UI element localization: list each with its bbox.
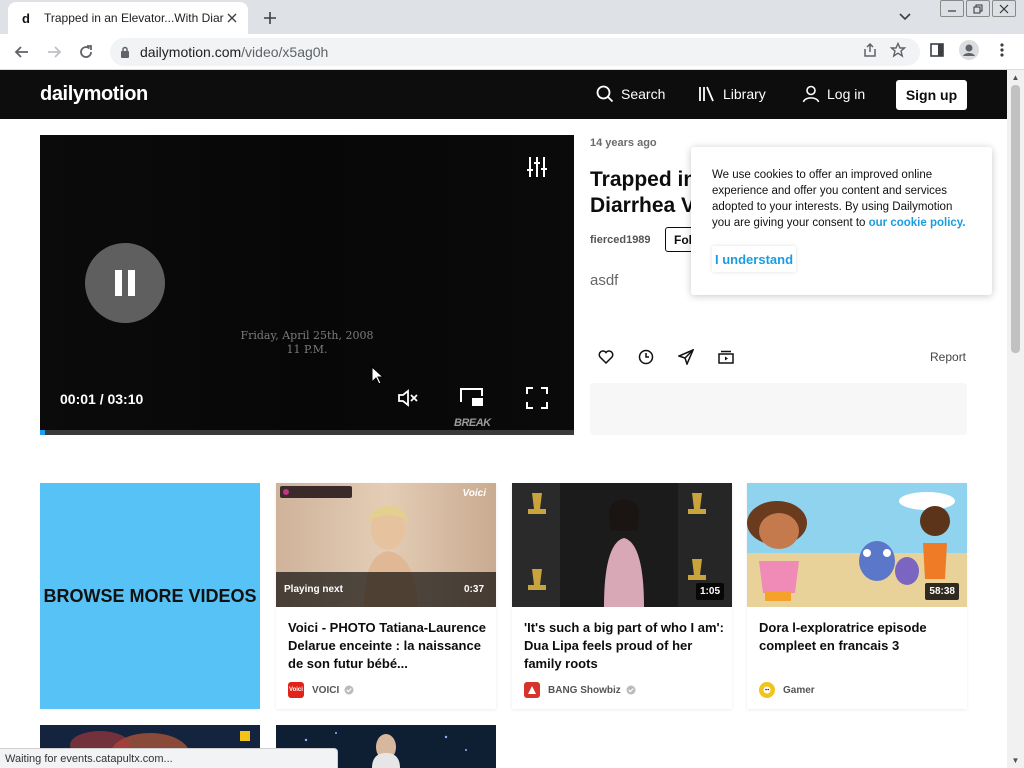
side-panel-icon[interactable]	[925, 38, 949, 62]
browser-tab[interactable]: d Trapped in an Elevator...With Diarrhea	[8, 2, 248, 34]
share-send-icon[interactable]	[676, 347, 696, 367]
video-duration: 58:38	[925, 583, 959, 600]
video-description: asdf	[590, 272, 619, 289]
minimize-icon[interactable]	[940, 0, 964, 17]
picture-in-picture-icon[interactable]	[459, 384, 485, 410]
card-title[interactable]: Voici - PHOTO Tatiana-Laurence Delarue e…	[288, 619, 488, 673]
ad-placeholder	[590, 383, 967, 435]
new-tab-icon[interactable]	[259, 7, 281, 29]
scrollbar-thumb[interactable]	[1011, 85, 1020, 353]
signup-button[interactable]: Sign up	[896, 80, 967, 110]
channel-avatar	[524, 682, 540, 698]
channel-name: VOICI	[312, 684, 340, 696]
login-label: Log in	[827, 86, 866, 102]
thumbnail-badge: Voici	[462, 488, 486, 499]
playing-next-overlay: Playing next 0:37	[276, 572, 496, 607]
tab-search-chevron-icon[interactable]	[893, 8, 917, 26]
settings-sliders-icon[interactable]	[524, 154, 550, 180]
card-channel[interactable]: BANG Showbiz	[524, 682, 636, 698]
frame-caption-date: Friday, April 25th, 2008	[240, 329, 374, 342]
video-duration: 0:37	[463, 584, 484, 595]
report-link[interactable]: Report	[930, 350, 966, 364]
upload-age: 14 years ago	[590, 137, 657, 149]
heart-icon[interactable]	[596, 347, 616, 367]
progress-bar[interactable]	[40, 430, 574, 435]
pause-button[interactable]	[85, 243, 165, 323]
video-player[interactable]: Friday, April 25th, 2008 11 P.M. 00:01 /…	[40, 135, 574, 435]
profile-avatar-icon[interactable]	[957, 38, 981, 62]
verified-check-icon	[344, 685, 354, 695]
video-card[interactable]: 58:38 Dora l-exploratrice episode comple…	[747, 483, 967, 709]
mouse-cursor-icon	[371, 366, 384, 385]
address-bar[interactable]: dailymotion.com/video/x5ag0h	[110, 38, 920, 66]
search-nav-item[interactable]: Search	[596, 85, 665, 103]
card-channel[interactable]: Gamer	[759, 682, 815, 698]
restore-icon[interactable]	[966, 0, 990, 17]
fullscreen-icon[interactable]	[524, 385, 550, 411]
browse-more-videos-tile[interactable]: BROWSE MORE VIDEOS	[40, 483, 260, 709]
close-tab-icon[interactable]	[224, 10, 240, 26]
close-window-icon[interactable]	[992, 0, 1016, 17]
bookmark-star-icon[interactable]	[886, 38, 910, 62]
scroll-up-arrow-icon[interactable]: ▲	[1011, 73, 1020, 82]
video-card[interactable]: 1:05 'It's such a big part of who I am':…	[512, 483, 732, 709]
browser-tab-bar: d Trapped in an Elevator...With Diarrhea	[0, 0, 1024, 34]
mute-speaker-icon[interactable]	[395, 385, 421, 411]
page-scrollbar[interactable]: ▲ ▼	[1007, 70, 1024, 768]
reload-icon[interactable]	[74, 40, 98, 64]
share-icon[interactable]	[858, 38, 882, 62]
pause-icon	[114, 270, 136, 296]
browser-toolbar: dailymotion.com/video/x5ag0h	[0, 34, 1024, 70]
login-nav-item[interactable]: Log in	[802, 85, 865, 103]
card-title[interactable]: 'It's such a big part of who I am': Dua …	[524, 619, 724, 673]
library-nav-item[interactable]: Library	[698, 85, 766, 103]
owner-name[interactable]: fierced1989	[590, 234, 651, 246]
scroll-down-arrow-icon[interactable]: ▼	[1011, 756, 1020, 765]
tab-favicon: d	[22, 10, 30, 26]
back-arrow-icon[interactable]	[10, 40, 34, 64]
search-label: Search	[621, 86, 666, 102]
watch-later-clock-icon[interactable]	[636, 347, 656, 367]
add-to-playlist-icon[interactable]	[716, 347, 736, 367]
video-thumbnail: 58:38	[747, 483, 967, 607]
verified-check-icon	[626, 685, 636, 695]
playing-next-label: Playing next	[284, 584, 343, 595]
video-duration: 1:05	[695, 583, 724, 600]
lock-icon	[120, 46, 130, 59]
video-card[interactable]: Voici Playing next 0:37 Voici - PHOTO Ta…	[276, 483, 496, 709]
card-channel[interactable]: Voici VOICI	[288, 682, 354, 698]
video-thumbnail: 1:05	[512, 483, 732, 607]
site-header: dailymotion Search Library Log in Sign u…	[0, 70, 1007, 119]
time-total: 03:10	[107, 391, 144, 407]
player-time: 00:01 / 03:10	[60, 391, 144, 407]
break-watermark-logo: BREAK	[454, 417, 491, 429]
progress-fill	[40, 430, 46, 435]
time-current: 00:01	[60, 391, 96, 407]
card-title[interactable]: Dora l-exploratrice episode compleet en …	[759, 619, 959, 655]
dailymotion-logo[interactable]: dailymotion	[40, 83, 148, 106]
channel-avatar: Voici	[288, 682, 304, 698]
tab-title: Trapped in an Elevator...With Diarrhea	[44, 11, 224, 25]
cookie-text: We use cookies to offer an improved onli…	[712, 169, 966, 229]
channel-name: Gamer	[783, 684, 815, 696]
search-icon	[596, 85, 621, 103]
cookie-accept-button[interactable]: I understand	[712, 246, 796, 272]
cookie-policy-link[interactable]: our cookie policy.	[869, 217, 966, 229]
user-icon	[802, 85, 827, 103]
forward-arrow-icon[interactable]	[42, 40, 66, 64]
browser-status-bar: Waiting for events.catapultx.com...	[0, 748, 338, 768]
browser-menu-icon[interactable]	[990, 38, 1014, 62]
window-controls	[940, 0, 1016, 17]
channel-avatar	[759, 682, 775, 698]
library-icon	[698, 85, 723, 103]
cookie-consent-popup: We use cookies to offer an improved onli…	[691, 147, 992, 295]
frame-caption-time: 11 P.M.	[286, 343, 328, 356]
url-text: dailymotion.com/video/x5ag0h	[140, 44, 329, 60]
browse-more-label: BROWSE MORE VIDEOS	[43, 585, 257, 606]
channel-name: BANG Showbiz	[548, 684, 621, 696]
library-label: Library	[723, 86, 766, 102]
video-thumbnail: Voici Playing next 0:37	[276, 483, 496, 607]
